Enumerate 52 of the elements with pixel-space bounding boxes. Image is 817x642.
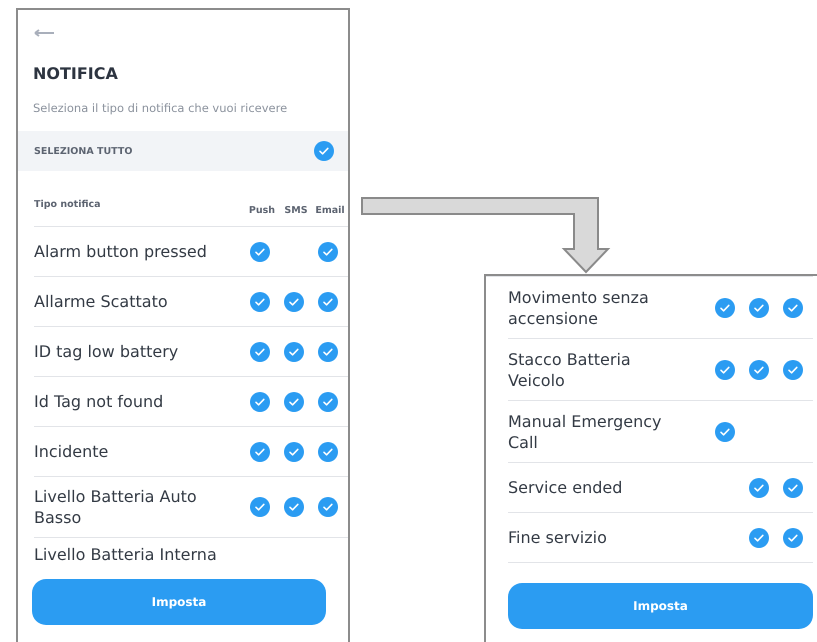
notification-type-label: Service ended [508,477,622,498]
checkbox-checked-icon[interactable] [749,478,769,498]
checkbox-checked-icon[interactable] [715,422,735,442]
checkbox-checked-icon[interactable] [783,478,803,498]
checkbox-checked-icon[interactable] [318,342,338,362]
notification-type-label: Livello Batteria Auto Basso [34,486,198,528]
notification-type-label: Manual Emergency Call [508,410,662,452]
screen-title: NOTIFICA [33,64,119,83]
checkbox-checked-icon[interactable] [715,298,735,318]
column-header: Tipo notifica [34,199,101,210]
notification-type-label: ID tag low battery [34,341,178,362]
set-button[interactable]: Imposta [32,579,326,625]
back-arrow-icon[interactable] [34,29,54,37]
select-all-label: SELEZIONA TUTTO [34,146,132,156]
checkbox-checked-icon[interactable] [749,360,769,380]
checkbox-checked-icon[interactable] [783,360,803,380]
checkbox-checked-icon[interactable] [783,528,803,548]
notification-type-label: Stacco Batteria Veicolo [508,348,632,390]
notification-type-label: Incidente [34,441,108,462]
checkbox-checked-icon[interactable] [284,442,304,462]
column-header: Push [248,205,276,216]
checkbox-checked-icon[interactable] [250,442,270,462]
checkbox-checked-icon[interactable] [284,342,304,362]
checkbox-checked-icon[interactable] [250,342,270,362]
select-all-row[interactable]: SELEZIONA TUTTO [18,131,348,171]
notification-type-label: Allarme Scattato [34,291,168,312]
notification-type-label: Alarm button pressed [34,241,207,262]
set-button[interactable]: Imposta [508,583,813,629]
notification-type-label: Id Tag not found [34,391,164,412]
checkbox-checked-icon[interactable] [749,298,769,318]
checkbox-checked-icon[interactable] [284,497,304,517]
checkbox-checked-icon[interactable] [715,360,735,380]
checkbox-checked-icon[interactable] [318,242,338,262]
checkbox-checked-icon[interactable] [250,392,270,412]
checkbox-checked-icon[interactable] [318,497,338,517]
notification-type-label: Livello Batteria Interna [34,545,217,564]
column-header: SMS [283,205,309,216]
notification-type-label: Movimento senza accensione [508,286,650,328]
checkbox-checked-icon[interactable] [749,528,769,548]
checkbox-checked-icon[interactable] [250,497,270,517]
checkbox-checked-icon[interactable] [318,392,338,412]
checkbox-checked-icon[interactable] [284,292,304,312]
checkbox-checked-icon[interactable] [284,392,304,412]
checkbox-checked-icon[interactable] [250,292,270,312]
subtitle: Seleziona il tipo di notifica che vuoi ricevere [33,101,288,115]
notification-type-label: Fine servizio [508,527,607,548]
column-header: Email [315,205,345,216]
checkbox-checked-icon[interactable] [250,242,270,262]
checkbox-checked-icon[interactable] [318,442,338,462]
checkbox-checked-icon[interactable] [314,141,334,161]
checkbox-checked-icon[interactable] [318,292,338,312]
checkbox-checked-icon[interactable] [783,298,803,318]
